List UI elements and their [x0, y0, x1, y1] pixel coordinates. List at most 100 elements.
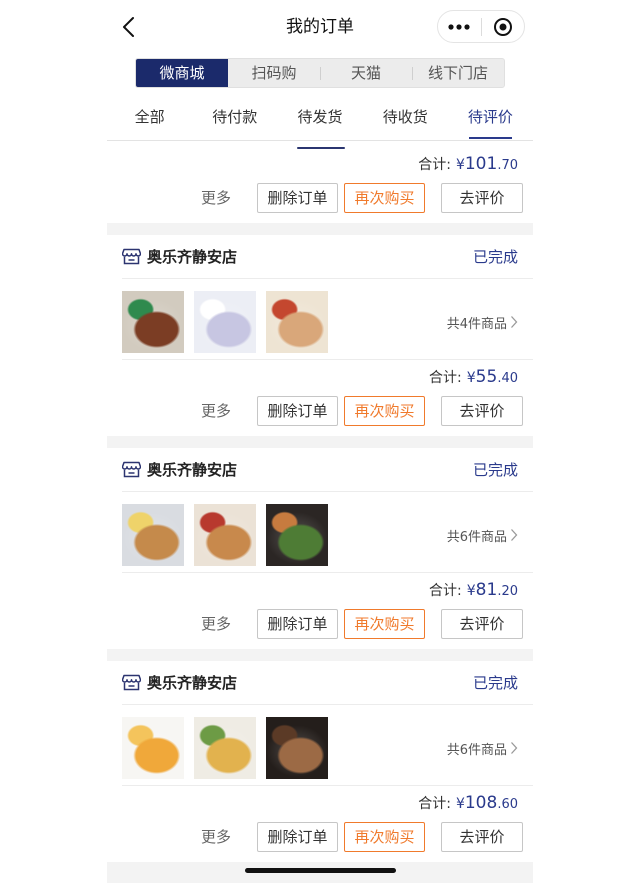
total-price: ¥101.70	[455, 154, 518, 174]
more-button[interactable]: 更多	[201, 822, 231, 852]
total-price: ¥81.20	[466, 580, 518, 600]
status-tab-all[interactable]: 全部	[107, 96, 192, 140]
store-icon	[122, 461, 141, 478]
product-thumbnail[interactable]	[266, 504, 328, 566]
currency-symbol: ¥	[466, 370, 476, 386]
order-items[interactable]: 共6件商品	[122, 705, 533, 786]
store-icon	[122, 674, 141, 691]
price-decimal: .40	[497, 371, 518, 386]
more-button[interactable]: 更多	[201, 396, 231, 426]
channel-switcher: 微商城 扫码购 天猫 线下门店	[135, 58, 505, 88]
price-integer: 55	[475, 367, 498, 387]
item-count-link[interactable]: 共6件商品	[447, 717, 518, 779]
total-label: 合计:	[429, 370, 462, 386]
price-decimal: .20	[497, 584, 518, 599]
delete-order-button[interactable]: 删除订单	[257, 609, 338, 639]
buy-again-button[interactable]: 再次购买	[344, 609, 425, 639]
order-separator	[107, 436, 533, 448]
chevron-right-icon	[511, 742, 518, 754]
order-actions: 更多 删除订单 再次购买 去评价	[107, 820, 533, 862]
chevron-right-icon	[511, 529, 518, 541]
order-status: 已完成	[472, 674, 518, 692]
order-items[interactable]: 共6件商品	[122, 492, 533, 573]
product-thumbnail[interactable]	[122, 717, 184, 779]
price-decimal: .70	[497, 158, 518, 173]
price-decimal: .60	[497, 797, 518, 812]
store-icon	[122, 248, 141, 265]
home-indicator[interactable]	[245, 868, 396, 873]
item-count-link[interactable]: 共4件商品	[447, 291, 518, 353]
status-tab-pending-payment[interactable]: 待付款	[192, 96, 277, 140]
order-header[interactable]: 奥乐齐静安店 已完成	[122, 235, 533, 279]
review-button[interactable]: 去评价	[441, 609, 523, 639]
currency-symbol: ¥	[466, 583, 476, 599]
order-card: 奥乐齐静安店 已完成 共4件商品 合计: ¥55.40 更多 删除订单 再次购买 …	[107, 235, 533, 436]
currency-symbol: ¥	[455, 796, 465, 812]
status-tab-pending-shipment[interactable]: 待发货	[277, 96, 362, 140]
order-status: 已完成	[472, 248, 518, 266]
product-thumbnail[interactable]	[194, 717, 256, 779]
channel-tab-mini-mall[interactable]: 微商城	[136, 59, 228, 87]
order-card: 奥乐齐静安店 已完成 共6件商品 合计: ¥81.20 更多 删除订单 再次购买 …	[107, 448, 533, 649]
product-thumbnail[interactable]	[122, 504, 184, 566]
price-integer: 81	[475, 580, 498, 600]
buy-again-button[interactable]: 再次购买	[344, 183, 425, 213]
channel-tab-offline-store[interactable]: 线下门店	[412, 59, 504, 87]
delete-order-button[interactable]: 删除订单	[257, 183, 338, 213]
order-card: 奥乐齐静安店 已完成 共6件商品 合计: ¥108.60 更多 删除订单 再次购买…	[107, 661, 533, 862]
order-total: 合计: ¥108.60	[107, 786, 533, 820]
order-actions: 更多 删除订单 再次购买 去评价	[107, 607, 533, 649]
price-integer: 108	[464, 793, 498, 813]
exit-button[interactable]	[482, 11, 525, 42]
item-count-label: 共6件商品	[446, 529, 507, 545]
order-status-tabs: 全部 待付款 待发货 待收货 待评价	[107, 96, 533, 141]
scrolled-edge-mark	[297, 147, 345, 149]
item-count-label: 共4件商品	[446, 316, 507, 332]
channel-tab-tmall[interactable]: 天猫	[320, 59, 412, 87]
item-count-link[interactable]: 共6件商品	[447, 504, 518, 566]
order-header[interactable]: 奥乐齐静安店 已完成	[122, 448, 533, 492]
store-name: 奥乐齐静安店	[147, 674, 238, 692]
order-separator	[107, 223, 533, 235]
channel-tab-scan-to-buy[interactable]: 扫码购	[228, 59, 320, 87]
miniprogram-capsule	[437, 10, 525, 43]
product-thumbnail[interactable]	[194, 291, 256, 353]
app-screen: 我的订单 微商城 扫码购 天猫 线下门店 全部 待付款 待发货 待收货 待评价	[107, 0, 533, 883]
chevron-right-icon	[511, 316, 518, 328]
total-label: 合计:	[418, 796, 451, 812]
status-tab-pending-receipt[interactable]: 待收货	[363, 96, 448, 140]
total-label: 合计:	[429, 583, 462, 599]
product-thumbnail[interactable]	[194, 504, 256, 566]
review-button[interactable]: 去评价	[441, 396, 523, 426]
item-count-label: 共6件商品	[446, 742, 507, 758]
order-items[interactable]: 共4件商品	[122, 279, 533, 360]
product-thumbnail[interactable]	[122, 291, 184, 353]
more-button[interactable]: 更多	[201, 183, 231, 213]
product-thumbnail[interactable]	[266, 717, 328, 779]
price-integer: 101	[464, 154, 498, 174]
delete-order-button[interactable]: 删除订单	[257, 822, 338, 852]
order-total: 合计: ¥81.20	[107, 573, 533, 607]
buy-again-button[interactable]: 再次购买	[344, 822, 425, 852]
order-separator	[107, 649, 533, 661]
buy-again-button[interactable]: 再次购买	[344, 396, 425, 426]
delete-order-button[interactable]: 删除订单	[257, 396, 338, 426]
store-name: 奥乐齐静安店	[147, 461, 238, 479]
review-button[interactable]: 去评价	[441, 183, 523, 213]
more-dots-icon	[448, 23, 470, 30]
order-header[interactable]: 奥乐齐静安店 已完成	[122, 661, 533, 705]
more-button[interactable]: 更多	[201, 609, 231, 639]
product-thumbnail[interactable]	[266, 291, 328, 353]
order-status: 已完成	[472, 461, 518, 479]
menu-button[interactable]	[438, 11, 481, 42]
total-price: ¥55.40	[466, 367, 518, 387]
order-card-partial: 合计: ¥101.70 更多 删除订单 再次购买 去评价	[107, 141, 533, 223]
order-list[interactable]: 合计:¥101.70 更多 删除订单 再次购买 去评价 奥乐齐静安店 已完成	[107, 141, 533, 883]
order-total: 合计: ¥55.40	[107, 360, 533, 394]
review-button[interactable]: 去评价	[441, 822, 523, 852]
status-tab-pending-review[interactable]: 待评价	[448, 96, 533, 140]
currency-symbol: ¥	[455, 157, 465, 173]
order-actions: 更多 删除订单 再次购买 去评价	[107, 181, 533, 223]
total-label: 合计:	[418, 157, 451, 173]
nav-bar: 我的订单	[107, 0, 533, 54]
